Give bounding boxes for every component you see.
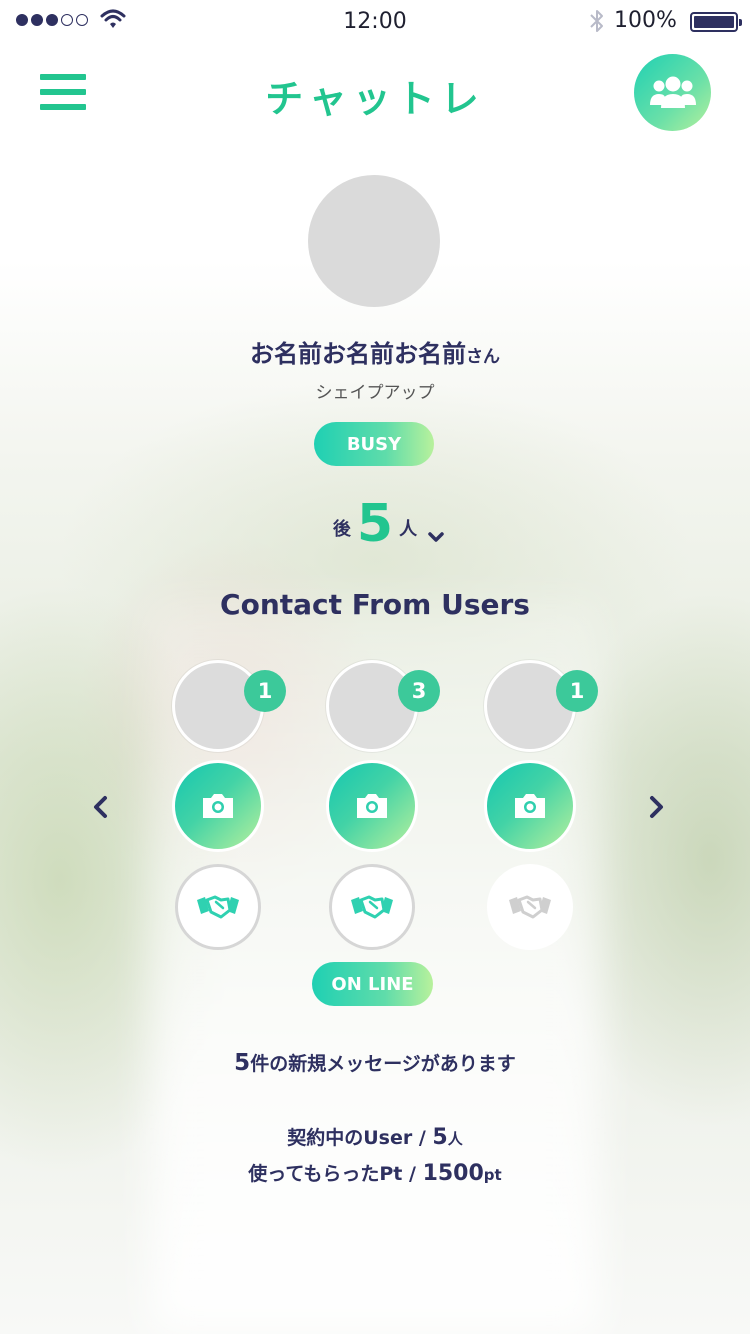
unread-badge: 1 (244, 670, 286, 712)
group-icon (649, 76, 696, 108)
status-badge-busy[interactable]: BUSY (314, 422, 434, 466)
new-messages-count: 5 (234, 1050, 251, 1076)
battery-icon (690, 12, 742, 32)
handshake-icon (197, 895, 239, 919)
points-stat: 使ってもらったPt / 1500pt (0, 1159, 750, 1186)
contract-label: 契約中のUser / (287, 1127, 433, 1149)
remaining-prefix: 後 (332, 519, 351, 540)
handshake-icon (509, 895, 551, 919)
camera-icon (515, 794, 545, 818)
camera-button[interactable] (326, 760, 418, 852)
remaining-count: 後5人 (0, 494, 750, 554)
contract-count: 5 (432, 1125, 448, 1150)
unread-badge: 1 (556, 670, 598, 712)
status-badge-online[interactable]: ON LINE (312, 962, 433, 1006)
unread-badge: 3 (398, 670, 440, 712)
battery-percentage: 100% (614, 8, 677, 33)
handshake-button[interactable] (487, 864, 573, 950)
remaining-suffix: 人 (399, 519, 418, 540)
handshake-icon (351, 895, 393, 919)
remaining-number: 5 (356, 494, 394, 554)
camera-icon (203, 794, 233, 818)
chevron-right-icon[interactable] (645, 794, 667, 820)
points-value: 1500 (422, 1161, 484, 1186)
points-label: 使ってもらったPt / (248, 1163, 423, 1185)
camera-button[interactable] (484, 760, 576, 852)
contract-users-stat: 契約中のUser / 5人 (0, 1123, 750, 1150)
profile-avatar (308, 175, 440, 307)
camera-icon (357, 794, 387, 818)
chevron-down-icon[interactable] (427, 530, 445, 544)
profile-category: シェイプアップ (315, 383, 435, 403)
chevron-left-icon[interactable] (90, 794, 112, 820)
handshake-button[interactable] (175, 864, 261, 950)
profile-name: お名前お名前お名前 (250, 340, 466, 368)
camera-button[interactable] (172, 760, 264, 852)
new-messages-text: 件の新規メッセージがあります (250, 1053, 516, 1075)
profile-name-line: お名前お名前お名前さん (0, 334, 750, 369)
group-button[interactable] (634, 54, 711, 131)
contract-unit: 人 (447, 1130, 463, 1148)
points-unit: pt (483, 1166, 502, 1184)
new-messages-notice[interactable]: 5件の新規メッセージがあります (0, 1049, 750, 1076)
contact-section-title: Contact From Users (220, 588, 530, 621)
status-bar: 12:00 100% (0, 0, 750, 40)
handshake-button[interactable] (329, 864, 415, 950)
profile-honorific: さん (466, 347, 500, 367)
bluetooth-icon (590, 10, 603, 32)
